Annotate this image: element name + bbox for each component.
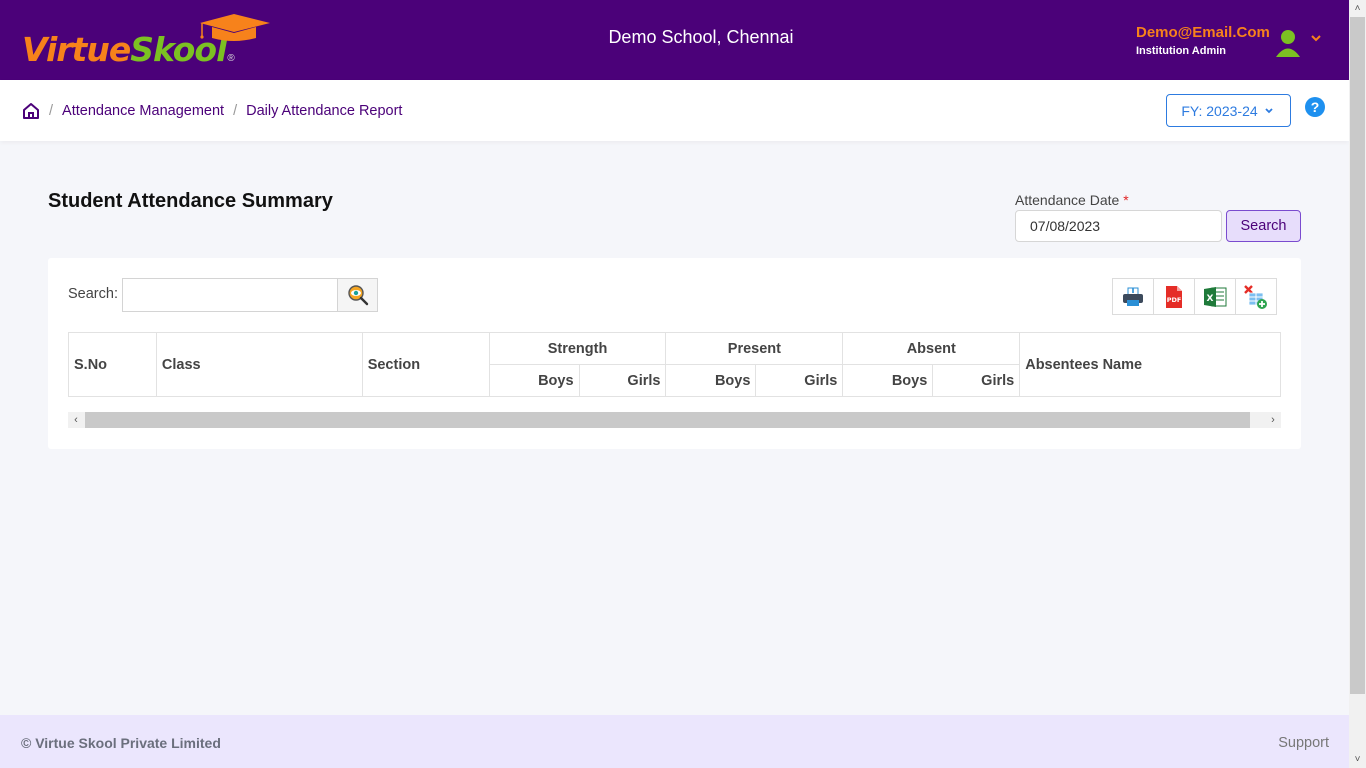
excel-icon: X <box>1204 286 1227 307</box>
excel-export-button[interactable]: X <box>1194 278 1236 315</box>
help-icon[interactable]: ? <box>1305 97 1325 117</box>
column-header-absentees-name[interactable]: Absentees Name <box>1019 332 1281 397</box>
table-search-label: Search: <box>68 286 118 302</box>
excel-icon-text: X <box>1207 294 1214 304</box>
column-group-strength: Strength <box>488 332 667 365</box>
attendance-table: S.No Class Section Strength Present Abse… <box>68 332 1281 397</box>
pdf-export-button[interactable]: PDF <box>1153 278 1195 315</box>
scroll-down-arrow[interactable]: ˅ <box>1349 751 1366 768</box>
attendance-summary-card: Search: PDF X S.No Class Section Strengt… <box>48 258 1301 449</box>
page-vertical-scrollbar[interactable]: ˄ ˅ <box>1349 0 1366 768</box>
column-group-absent: Absent <box>842 332 1021 365</box>
scroll-up-arrow[interactable]: ˄ <box>1349 0 1366 17</box>
column-header-strength-girls[interactable]: Girls <box>578 364 667 397</box>
column-group-present: Present <box>665 332 844 365</box>
magnifier-icon <box>347 285 368 306</box>
table-header-row: S.No Class Section Strength Present Abse… <box>68 332 1281 397</box>
pdf-icon: PDF <box>1166 285 1182 308</box>
breadcrumb-bar: / Attendance Management / Daily Attendan… <box>0 80 1349 141</box>
column-toggle-icon <box>1244 284 1267 309</box>
breadcrumb-daily-attendance-report: Daily Attendance Report <box>246 103 403 119</box>
attendance-date-label-text: Attendance Date <box>1015 192 1120 208</box>
breadcrumb: / Attendance Management / Daily Attendan… <box>22 102 402 120</box>
user-role: Institution Admin <box>1136 45 1227 57</box>
column-header-present-girls[interactable]: Girls <box>755 364 844 397</box>
search-button[interactable]: Search <box>1226 210 1301 242</box>
scroll-right-arrow[interactable]: › <box>1265 412 1281 428</box>
user-avatar-icon[interactable] <box>1275 28 1301 58</box>
scrollbar-thumb[interactable] <box>85 412 1250 428</box>
column-header-class[interactable]: Class <box>155 332 363 397</box>
pdf-icon-text: PDF <box>1167 296 1182 304</box>
home-icon[interactable] <box>22 102 40 120</box>
page-title: Student Attendance Summary <box>48 190 333 212</box>
chevron-down-icon[interactable] <box>1310 30 1322 46</box>
breadcrumb-separator: / <box>49 103 54 119</box>
column-header-strength-boys[interactable]: Boys <box>488 364 580 397</box>
table-search-button[interactable] <box>337 278 378 312</box>
scrollbar-thumb[interactable] <box>1350 17 1365 694</box>
column-visibility-button[interactable] <box>1235 278 1277 315</box>
column-header-section[interactable]: Section <box>361 332 490 397</box>
support-link[interactable]: Support <box>1278 735 1329 751</box>
breadcrumb-separator: / <box>233 103 238 119</box>
print-button[interactable] <box>1112 278 1154 315</box>
table-search-input[interactable] <box>122 278 338 312</box>
print-icon <box>1123 287 1143 306</box>
chevron-down-icon <box>1265 107 1273 113</box>
copyright-text: © Virtue Skool Private Limited <box>21 735 221 751</box>
top-navbar: VirtueSkool ® Demo School, Chennai Demo@… <box>0 0 1349 80</box>
required-marker: * <box>1123 192 1129 208</box>
column-header-sno[interactable]: S.No <box>68 332 157 397</box>
footer: © Virtue Skool Private Limited Support <box>0 715 1349 768</box>
user-info[interactable]: Demo@Email.Com Institution Admin <box>1136 24 1270 57</box>
fiscal-year-label: FY: 2023-24 <box>1181 102 1258 119</box>
fiscal-year-dropdown[interactable]: FY: 2023-24 <box>1166 94 1291 127</box>
column-header-absent-boys[interactable]: Boys <box>842 364 934 397</box>
export-toolbar: PDF X <box>1112 278 1277 315</box>
column-header-present-boys[interactable]: Boys <box>665 364 757 397</box>
registered-mark: ® <box>227 53 235 64</box>
column-header-absent-girls[interactable]: Girls <box>932 364 1021 397</box>
attendance-date-label: Attendance Date * <box>1015 192 1129 208</box>
attendance-date-input[interactable]: 07/08/2023 <box>1015 210 1222 242</box>
scroll-left-arrow[interactable]: ‹ <box>68 412 84 428</box>
breadcrumb-attendance-management[interactable]: Attendance Management <box>62 103 224 119</box>
table-horizontal-scrollbar[interactable]: ‹ › <box>68 412 1281 428</box>
user-email: Demo@Email.Com <box>1136 24 1270 41</box>
